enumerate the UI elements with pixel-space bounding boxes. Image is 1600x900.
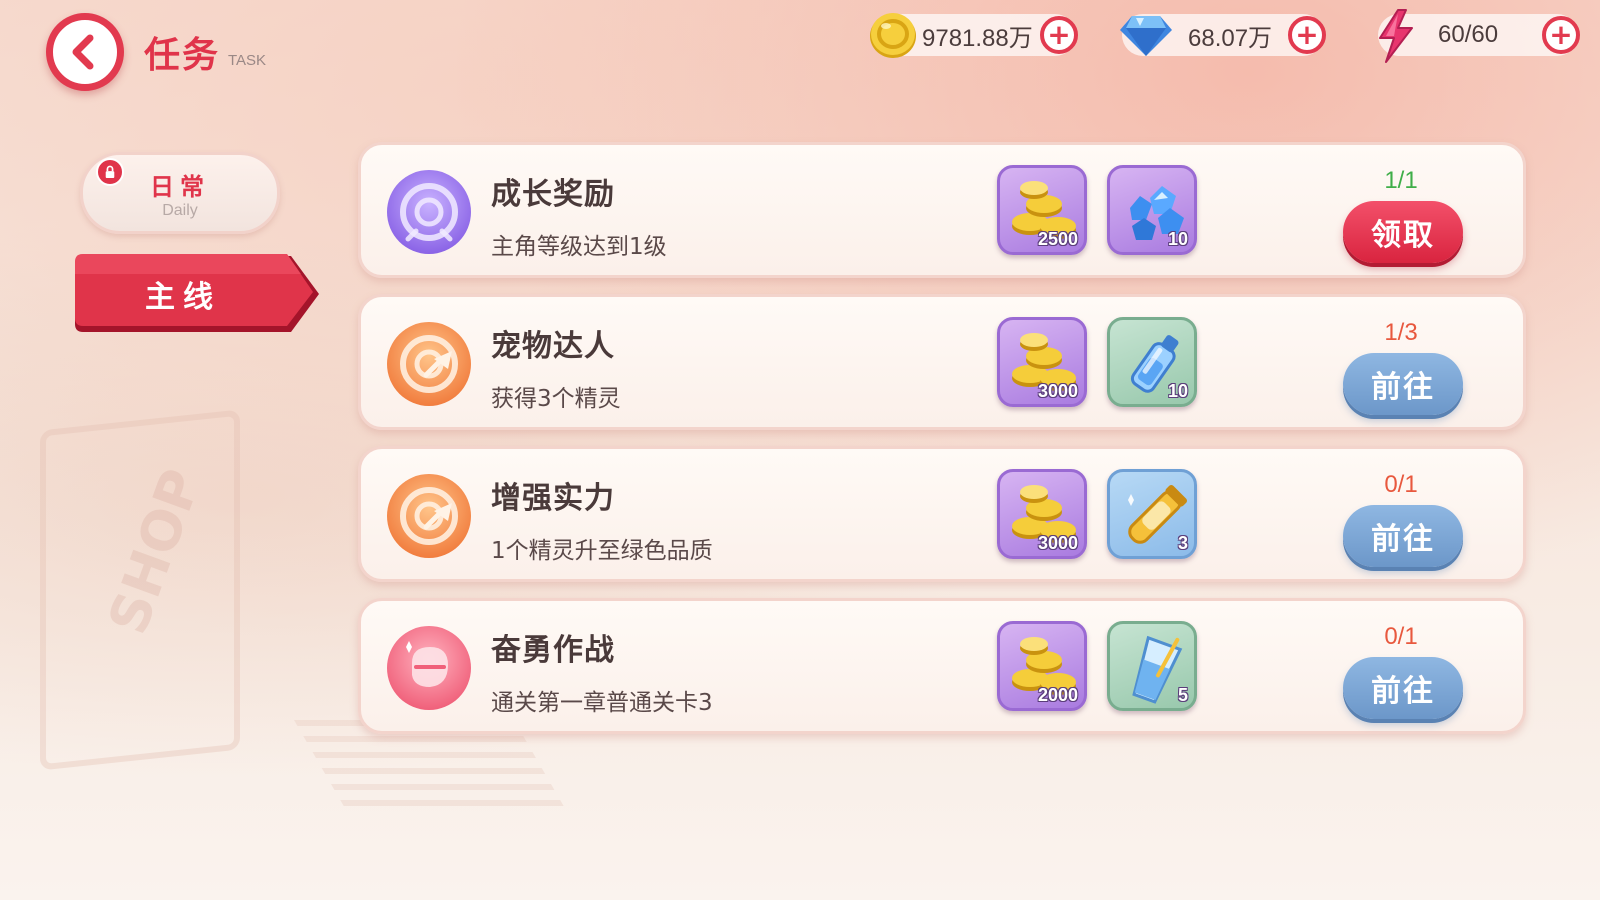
reward-gold-coins[interactable]: 3000: [997, 469, 1087, 559]
page-subtitle: TASK: [228, 52, 267, 69]
tab-main[interactable]: 主线: [73, 252, 323, 336]
task-progress: 1/3: [1384, 319, 1418, 346]
diamond-icon: [1120, 16, 1172, 56]
tab-main-label: 主线: [145, 280, 221, 315]
reward-quantity: 10: [1167, 381, 1188, 401]
task-description: 1个精灵升至绿色品质: [491, 538, 713, 564]
lock-icon: [96, 158, 124, 186]
reward-blue-crystals[interactable]: 10: [1107, 165, 1197, 255]
gold-value: 9781.88万: [922, 24, 1033, 52]
task-title: 增强实力: [491, 481, 615, 516]
battle-glove-icon: [387, 626, 471, 710]
add-energy-button[interactable]: +: [1542, 16, 1580, 54]
reward-quantity: 3000: [1037, 381, 1078, 401]
task-card: 增强实力 1个精灵升至绿色品质 3000 3 0/1 前往: [358, 446, 1526, 582]
tab-daily-label: 日常: [150, 172, 210, 201]
reward-quantity: 3: [1177, 533, 1188, 553]
reward-potion-bottle[interactable]: 10: [1107, 317, 1197, 407]
gold-resource: 9781.88万 +: [870, 13, 1078, 58]
back-button[interactable]: [46, 13, 124, 91]
task-progress: 0/1: [1384, 623, 1418, 650]
gold-coin-icon: [870, 13, 916, 58]
reward-golden-tube[interactable]: 3: [1107, 469, 1197, 559]
task-progress: 0/1: [1384, 471, 1418, 498]
task-card: 成长奖励 主角等级达到1级 2500 10 1/1 领取: [358, 142, 1526, 278]
reward-quantity: 2000: [1037, 685, 1078, 705]
reward-quantity: 10: [1167, 229, 1188, 249]
task-title: 宠物达人: [491, 329, 615, 364]
reward-water-glass[interactable]: 5: [1107, 621, 1197, 711]
add-diamond-button[interactable]: +: [1288, 16, 1326, 54]
task-card: 奋勇作战 通关第一章普通关卡3 2000 5 0/1 前往: [358, 598, 1526, 734]
plus-icon: +: [1549, 18, 1573, 51]
energy-resource: 60/60 +: [1378, 9, 1580, 63]
reward-gold-coins[interactable]: 2500: [997, 165, 1087, 255]
diamond-value: 68.07万: [1188, 24, 1273, 52]
task-description: 通关第一章普通关卡3: [491, 690, 713, 716]
page-title: 任务: [144, 35, 221, 76]
reward-quantity: 5: [1177, 685, 1188, 705]
reward-quantity: 3000: [1037, 533, 1078, 553]
claim-button[interactable]: 领取: [1343, 201, 1463, 263]
plus-icon: +: [1295, 18, 1319, 51]
go-button[interactable]: 前往: [1343, 657, 1463, 719]
reward-gold-coins[interactable]: 3000: [997, 317, 1087, 407]
back-arrow-icon: [72, 34, 94, 70]
lightning-icon: [1379, 9, 1413, 63]
task-title: 奋勇作战: [491, 633, 615, 668]
task-card: 宠物达人 获得3个精灵 3000 10 1/3 前往: [358, 294, 1526, 430]
plus-icon: +: [1047, 18, 1071, 51]
task-progress: 1/1: [1384, 167, 1418, 194]
reward-quantity: 2500: [1037, 229, 1078, 249]
reward-gold-coins[interactable]: 2000: [997, 621, 1087, 711]
target-orange-icon: [387, 322, 471, 406]
task-description: 主角等级达到1级: [491, 234, 667, 260]
diamond-resource: 68.07万 +: [1120, 14, 1326, 56]
task-title: 成长奖励: [491, 177, 615, 212]
go-button[interactable]: 前往: [1343, 353, 1463, 415]
energy-value: 60/60: [1438, 21, 1499, 48]
tab-daily-sublabel: Daily: [162, 201, 198, 219]
target-purple-icon: [387, 170, 471, 254]
task-description: 获得3个精灵: [491, 386, 621, 412]
go-button[interactable]: 前往: [1343, 505, 1463, 567]
target-orange-icon: [387, 474, 471, 558]
add-gold-button[interactable]: +: [1040, 16, 1078, 54]
